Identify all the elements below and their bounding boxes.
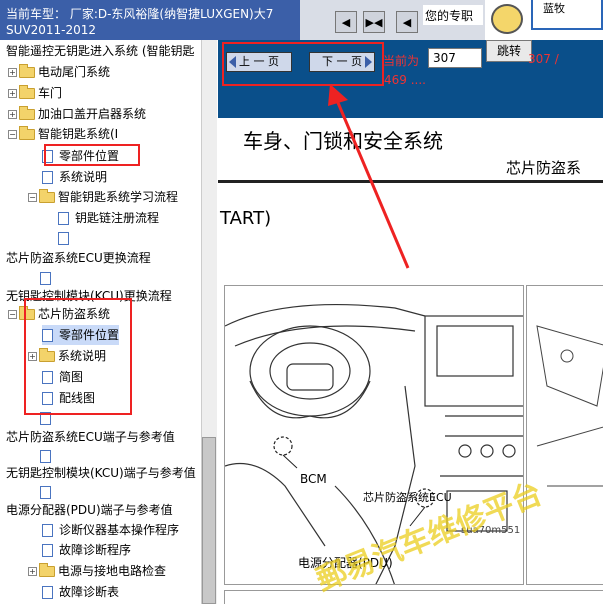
folder-icon	[39, 563, 55, 577]
top-bar: 当前车型： 厂家:D-东风裕隆(纳智捷LUXGEN)大7 SUV2011-201…	[0, 0, 603, 40]
tree-item[interactable]: + 加油口盖开启器系统	[8, 104, 146, 124]
tree-item[interactable]: 故障诊断表	[42, 582, 119, 602]
current-model-label: 当前车型： 厂家:D-东风裕隆(纳智捷LUXGEN)大7 SUV2011-201…	[0, 0, 300, 40]
tree-item-label: 故障诊断表	[59, 585, 120, 599]
tree-scrollbar-thumb[interactable]	[202, 437, 216, 604]
tree-item[interactable]: + 电源与接地电路检查	[28, 561, 166, 581]
tree-item[interactable]: + 车门	[8, 83, 62, 103]
sign-text: 蓝牧	[531, 0, 603, 30]
tree-item-label: 电源分配器(PDU)端子与参考值	[6, 503, 173, 517]
document-icon	[42, 586, 53, 599]
document-icon	[42, 171, 53, 184]
logo-area: 蓝牧	[485, 0, 603, 40]
tree-item[interactable]: + 电动尾门系统	[8, 62, 110, 82]
collapse-icon[interactable]: −	[8, 130, 17, 139]
collapse-icon[interactable]: −	[28, 193, 37, 202]
tree-item[interactable]: 系统说明	[42, 167, 107, 187]
current-page-label: 当前为	[383, 54, 420, 68]
tree-item-label: 车门	[38, 86, 63, 100]
tree-item-label: 电动尾门系统	[38, 65, 111, 79]
expand-icon[interactable]: +	[8, 89, 17, 98]
page-toolbar: 上 一 页 下 一 页 当前为 跳转 307 / 469 ....	[218, 40, 603, 118]
folder-icon	[19, 64, 35, 78]
folder-open-icon	[19, 126, 35, 140]
expand-icon[interactable]: +	[28, 567, 37, 576]
model-line-1: 当前车型： 厂家:D-东风裕隆(纳智捷LUXGEN)大7	[6, 7, 274, 21]
document-icon	[42, 524, 53, 537]
pdu-illustration	[224, 590, 603, 604]
document-icon	[40, 272, 51, 285]
tree-item[interactable]: 故障诊断程序	[42, 540, 131, 560]
mascot-icon	[491, 4, 523, 34]
document-icon	[58, 232, 69, 245]
tree-item-label: 加油口盖开启器系统	[38, 107, 147, 121]
nav-sync-button[interactable]: ▶◀	[363, 11, 385, 33]
tree-item[interactable]: 智能遥控无钥匙进入系统 (智能钥匙	[6, 41, 195, 61]
tree-item-label: 芯片防盗系统ECU端子与参考值	[6, 430, 175, 444]
tree-item[interactable]	[40, 268, 57, 288]
tree-item-label: 智能遥控无钥匙进入系统 (智能钥匙	[6, 44, 195, 58]
tree-item[interactable]: 钥匙链注册流程	[58, 208, 159, 228]
document-subtitle: 芯片防盗系	[506, 159, 582, 177]
jump-button[interactable]: 跳转	[486, 40, 532, 62]
bcm-label: BCM	[300, 472, 327, 486]
document-icon	[40, 450, 51, 463]
tree-item-label: 诊断仪器基本操作程序	[59, 523, 180, 537]
divider	[218, 182, 603, 183]
content-pane: 上 一 页 下 一 页 当前为 跳转 307 / 469 .... 车身、门锁和…	[218, 40, 603, 604]
expand-icon[interactable]: +	[8, 110, 17, 119]
side-illustration	[526, 285, 603, 585]
tree-item-label: 智能钥匙系统(I	[38, 127, 119, 141]
tree-item[interactable]: 电源分配器(PDU)端子与参考值	[6, 500, 173, 520]
folder-open-icon	[39, 189, 55, 203]
tree-item-label: 故障诊断程序	[59, 543, 132, 557]
tree-item[interactable]	[58, 228, 75, 248]
document-icon	[42, 544, 53, 557]
bookmark-label: 您的专职	[423, 5, 483, 25]
folder-icon	[19, 85, 35, 99]
tree-item-label: 无钥匙控制模块(KCU)端子与参考值	[6, 466, 196, 480]
tree-item[interactable]: − 智能钥匙系统学习流程	[28, 187, 178, 207]
document-icon	[40, 486, 51, 499]
collapse-icon[interactable]: −	[8, 310, 17, 319]
tree-item[interactable]	[40, 482, 57, 502]
nav-back-button[interactable]: ◀	[335, 11, 357, 33]
document-title: 车身、门锁和安全系统	[243, 129, 443, 153]
highlight-box-page-buttons	[222, 42, 384, 86]
highlight-box-parts-location	[44, 144, 140, 166]
tree-item-label: 系统说明	[59, 170, 108, 184]
highlight-box-immobilizer	[24, 298, 132, 415]
tree-item-label: 芯片防盗系统ECU更换流程	[6, 251, 151, 265]
tree-item-label: 钥匙链注册流程	[75, 211, 160, 225]
tree-item-label: 智能钥匙系统学习流程	[58, 190, 179, 204]
tree-item[interactable]: − 智能钥匙系统(I	[8, 124, 118, 144]
catalog-tree: 智能遥控无钥匙进入系统 (智能钥匙 + 电动尾门系统 + 车门 + 加油口盖开启器系统…	[0, 40, 217, 604]
folder-icon	[19, 106, 35, 120]
tree-item[interactable]: 芯片防盗系统ECU更换流程	[6, 248, 151, 268]
tree-item[interactable]: 无钥匙控制模块(KCU)端子与参考值	[6, 463, 196, 483]
expand-icon[interactable]: +	[8, 68, 17, 77]
page-total-b: 469 ....	[384, 73, 426, 87]
model-line-2: SUV2011-2012	[6, 23, 97, 37]
page-number-input[interactable]	[428, 48, 482, 68]
ecu-label: 芯片防盗系统ECU	[363, 491, 452, 504]
page-total-a: 307 /	[528, 52, 559, 66]
tree-item-label: 电源与接地电路检查	[58, 564, 167, 578]
tree-item[interactable]: 诊断仪器基本操作程序	[42, 520, 179, 540]
tree-item[interactable]: 芯片防盗系统ECU端子与参考值	[6, 427, 175, 447]
section-heading: TART)	[220, 208, 272, 229]
nav-collapse-button[interactable]: ◀	[396, 11, 418, 33]
document-icon	[58, 212, 69, 225]
